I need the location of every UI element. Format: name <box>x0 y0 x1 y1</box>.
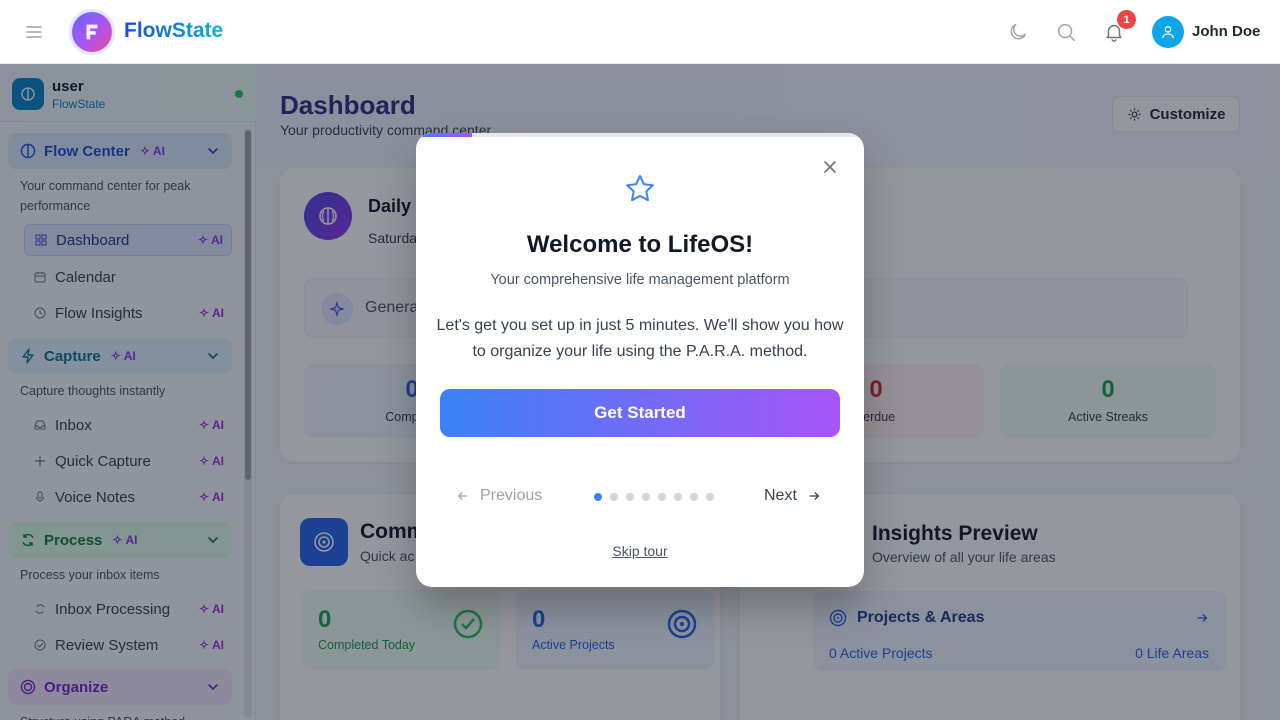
tour-progress-bar <box>416 133 864 137</box>
arrow-left-icon <box>456 489 470 503</box>
star-icon <box>624 173 656 205</box>
app-logo[interactable] <box>72 12 112 52</box>
get-started-button[interactable]: Get Started <box>440 389 840 437</box>
menu-icon[interactable] <box>24 22 44 42</box>
modal-title: Welcome to LifeOS! <box>526 231 754 258</box>
moon-icon[interactable] <box>1007 21 1029 43</box>
avatar[interactable] <box>1152 16 1184 48</box>
step-dot[interactable] <box>642 493 650 501</box>
step-dot[interactable] <box>610 493 618 501</box>
step-dot[interactable] <box>690 493 698 501</box>
welcome-tour-modal: Welcome to LifeOS! Your comprehensive li… <box>416 133 864 587</box>
user-name[interactable]: John Doe <box>1192 23 1260 40</box>
brand-name[interactable]: FlowState <box>124 19 223 43</box>
close-icon[interactable] <box>820 157 840 177</box>
next-label: Next <box>764 487 797 504</box>
notification-badge: 1 <box>1117 10 1136 29</box>
top-header: FlowState 1 John Doe <box>0 0 1280 64</box>
step-dot[interactable] <box>674 493 682 501</box>
step-dot[interactable] <box>626 493 634 501</box>
search-icon[interactable] <box>1055 21 1077 43</box>
arrow-right-icon <box>807 489 821 503</box>
step-dot[interactable] <box>706 493 714 501</box>
step-dot[interactable] <box>594 493 602 501</box>
modal-body: Let's get you set up in just 5 minutes. … <box>436 317 844 360</box>
modal-subtitle: Your comprehensive life management platf… <box>490 272 790 288</box>
tour-progress-fill <box>416 133 472 137</box>
skip-tour-link[interactable]: Skip tour <box>416 543 864 559</box>
previous-button[interactable]: Previous <box>456 487 542 505</box>
next-button[interactable]: Next <box>764 487 821 505</box>
previous-label: Previous <box>480 487 543 504</box>
step-indicator <box>594 493 714 501</box>
step-dot[interactable] <box>658 493 666 501</box>
